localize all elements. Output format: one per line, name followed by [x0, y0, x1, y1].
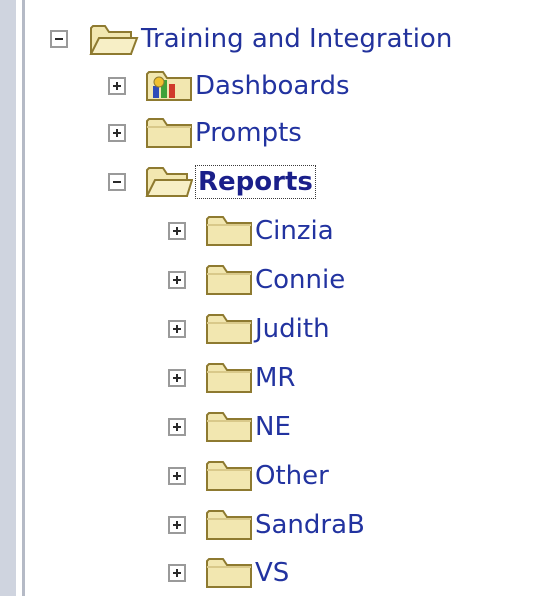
folder-icon — [146, 118, 192, 148]
collapse-toggle-icon[interactable] — [108, 173, 126, 191]
expand-toggle-icon[interactable] — [108, 77, 126, 95]
dashboard-folder-icon — [146, 71, 192, 101]
folder-icon — [206, 510, 252, 540]
tree-node-other[interactable]: Other — [168, 453, 329, 499]
folder-icon — [206, 558, 252, 588]
tree-node-label[interactable]: Prompts — [195, 116, 302, 150]
tree-node-label[interactable]: MR — [255, 361, 296, 395]
tree-node-vs[interactable]: VS — [168, 550, 289, 596]
expand-toggle-icon[interactable] — [108, 124, 126, 142]
tree-node-mr[interactable]: MR — [168, 355, 296, 401]
folder-open-icon — [145, 167, 193, 197]
folder-icon — [206, 216, 252, 246]
tree-node-label[interactable]: Dashboards — [195, 69, 350, 103]
tree-node-label[interactable]: Cinzia — [255, 214, 334, 248]
tree-node-ne[interactable]: NE — [168, 404, 291, 450]
expand-toggle-icon[interactable] — [168, 320, 186, 338]
folder-icon — [206, 363, 252, 393]
tree-node-label[interactable]: Other — [255, 459, 329, 493]
expand-toggle-icon[interactable] — [168, 418, 186, 436]
folder-icon — [206, 412, 252, 442]
tree-node-label[interactable]: VS — [255, 556, 289, 590]
tree-node-prompts[interactable]: Prompts — [108, 110, 302, 156]
folder-tree: Training and Integration Dashboards Prom… — [0, 0, 548, 596]
tree-node-cinzia[interactable]: Cinzia — [168, 208, 334, 254]
tree-node-reports[interactable]: Reports — [108, 159, 316, 205]
tree-node-connie[interactable]: Connie — [168, 257, 345, 303]
folder-icon — [206, 461, 252, 491]
tree-node-training-and-integration[interactable]: Training and Integration — [50, 16, 452, 62]
folder-icon — [206, 265, 252, 295]
expand-toggle-icon[interactable] — [168, 369, 186, 387]
tree-node-label[interactable]: Reports — [195, 165, 316, 199]
collapse-toggle-icon[interactable] — [50, 30, 68, 48]
tree-node-dashboards[interactable]: Dashboards — [108, 63, 350, 109]
tree-node-label[interactable]: Connie — [255, 263, 345, 297]
tree-node-label[interactable]: NE — [255, 410, 291, 444]
expand-toggle-icon[interactable] — [168, 222, 186, 240]
tree-node-label[interactable]: SandraB — [255, 508, 365, 542]
tree-node-sandrab[interactable]: SandraB — [168, 502, 365, 548]
tree-node-judith[interactable]: Judith — [168, 306, 330, 352]
expand-toggle-icon[interactable] — [168, 564, 186, 582]
expand-toggle-icon[interactable] — [168, 516, 186, 534]
folder-icon — [206, 314, 252, 344]
folder-open-icon — [89, 25, 139, 55]
tree-node-label[interactable]: Judith — [255, 312, 330, 346]
expand-toggle-icon[interactable] — [168, 271, 186, 289]
tree-node-label[interactable]: Training and Integration — [141, 22, 452, 56]
expand-toggle-icon[interactable] — [168, 467, 186, 485]
